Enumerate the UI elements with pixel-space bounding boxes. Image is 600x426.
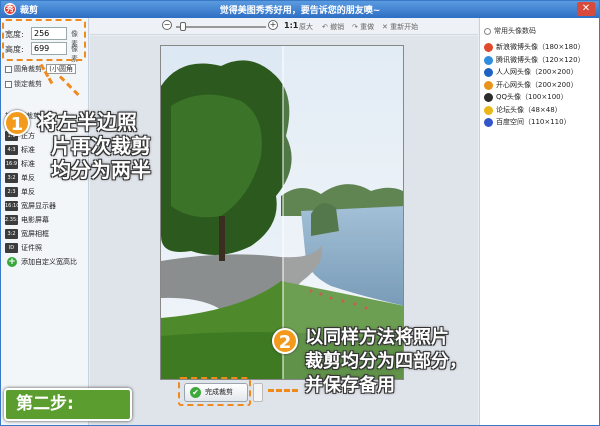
redo-label: 重做 [360,23,375,31]
ratio-item[interactable]: 3:2 宽屏相框 [5,228,77,242]
rounded-crop-label: 圆角裁剪 [14,65,42,73]
ratio-label: 宽屏显示器 [21,202,56,210]
step2-line: 并保存备用 [305,375,395,396]
preset-item[interactable]: 开心网头像（200×200） [484,80,578,92]
lock-ratio-checkbox[interactable]: 锁定裁剪 [5,79,42,89]
step2-number-badge: 2 [272,328,298,354]
preset-label: QQ头像（100×100） [496,93,568,101]
preset-label: 人人网头像（200×200） [496,68,578,76]
reset-label: 重新开始 [390,23,419,31]
ratio-icon: 3:2 [5,173,18,183]
ratio-icon: ID [5,243,18,253]
dimension-highlight [2,19,86,61]
ratio-icon: 4:3 [5,145,18,155]
preset-item[interactable]: QQ头像（100×100） [484,92,568,104]
ratio-label: 宽屏相框 [21,230,49,238]
zoom-slider[interactable] [176,26,266,28]
zoom-out-icon[interactable]: − [162,20,172,30]
preset-item[interactable]: 论坛头像（48×48） [484,105,562,117]
ratio-label: 电影屏幕 [21,216,49,224]
preset-logo-icon [484,43,493,52]
zoom-slider-handle[interactable] [180,22,186,31]
actual-size-ratio[interactable]: 1:1 [284,21,298,30]
ratio-icon: 16:9 [5,159,18,169]
checkbox-box[interactable] [5,80,12,88]
preset-label: 开心网头像（200×200） [496,80,578,89]
step1-number-badge: 1 [4,110,30,136]
preset-logo-icon [484,68,493,77]
crop-window: 秀 裁剪 觉得美图秀秀好用，要告诉您的朋友噢~ ✕ 宽度: 像素 高度: 像素 … [0,0,600,426]
arrow-to-finish [268,389,298,392]
preset-item[interactable]: 新浪微博头像（180×180） [484,42,585,54]
preset-panel: 常用头像数码 新浪微博头像（180×180） 腾讯微博头像（120×120） 人人网… [479,18,599,425]
zoom-toolbar: − + 1:1 原大 ↶ 撤销 ↷ 重做 ✕ 重新开始 [90,18,478,35]
step1-line: 片再次裁剪 [51,134,151,158]
preset-logo-icon [484,118,493,127]
step2-line: 以同样方法将照片 [305,327,449,348]
ratio-icon: 16:10 [5,201,20,211]
ratio-item[interactable]: 16:10 宽屏显示器 [5,200,77,214]
ratio-item[interactable]: 2:3 单反 [5,186,77,200]
ratio-label: 单反 [21,188,35,196]
preset-label: 论坛头像（48×48） [496,105,562,114]
ratio-icon: 3:2 [5,229,18,239]
ratio-label: 标准 [21,160,35,168]
reset-button[interactable]: ✕ 重新开始 [382,22,418,32]
cancel-button[interactable] [253,383,263,402]
add-custom-ratio-button[interactable]: + 添加自定义宽高比 [5,256,77,270]
checkbox-box[interactable] [5,65,12,73]
rounded-crop-select[interactable]: (小圆角 [46,64,76,74]
undo-label: 撤销 [330,23,345,31]
redo-button[interactable]: ↷ 重做 [352,22,374,32]
preset-label: 腾讯微博头像（120×120） [496,55,585,64]
preset-item[interactable]: 人人网头像（200×200） [484,67,578,79]
ratio-item[interactable]: 2.35:1 电影屏幕 [5,214,77,228]
undo-button[interactable]: ↶ 撤销 [322,22,344,32]
ratio-label: 证件照 [21,244,42,252]
ratio-label: 单反 [21,174,35,182]
preset-panel-title: 常用头像数码 [484,26,536,36]
left-panel: 宽度: 像素 高度: 像素 圆角裁剪 (小圆角 锁定裁剪 按比例裁剪 1:1正方… [1,18,89,425]
step1-line: 将左半边照 [37,110,137,134]
preset-logo-icon [484,105,493,115]
ratio-item[interactable]: ID 证件照 [5,242,77,256]
fit-button[interactable]: 原大 [299,22,313,32]
zoom-in-icon[interactable]: + [268,20,278,30]
title-bar: 秀 裁剪 觉得美图秀秀好用，要告诉您的朋友噢~ ✕ [1,1,599,18]
lock-ratio-label: 锁定裁剪 [14,80,42,88]
step-badge: 第二步: [4,388,132,421]
preset-logo-icon [484,55,493,65]
preset-label: 百度空间（110×110） [496,118,571,126]
preset-logo-icon [484,93,493,102]
ratio-icon: 2:3 [5,187,18,197]
close-button[interactable]: ✕ [577,2,595,16]
step2-line: 裁剪均分为四部分， [305,351,467,372]
preset-logo-icon [484,80,493,90]
ratio-icon: 2.35:1 [5,215,21,225]
finish-button-highlight [178,377,251,406]
preset-label: 新浪微博头像（180×180） [496,43,585,51]
ratio-label: 标准 [21,146,35,154]
step1-callout: 将左半边照 片再次裁剪 均分为两半 [37,110,151,182]
step2-callout: 以同样方法将照片 裁剪均分为四部分， 并保存备用 [305,326,467,398]
step1-line: 均分为两半 [51,158,151,182]
preset-item[interactable]: 腾讯微博头像（120×120） [484,55,585,67]
add-custom-ratio-label: 添加自定义宽高比 [21,258,77,266]
plus-icon: + [7,257,17,267]
title-slogan: 觉得美图秀秀好用，要告诉您的朋友噢~ [219,6,381,16]
preset-item[interactable]: 百度空间（110×110） [484,117,571,129]
